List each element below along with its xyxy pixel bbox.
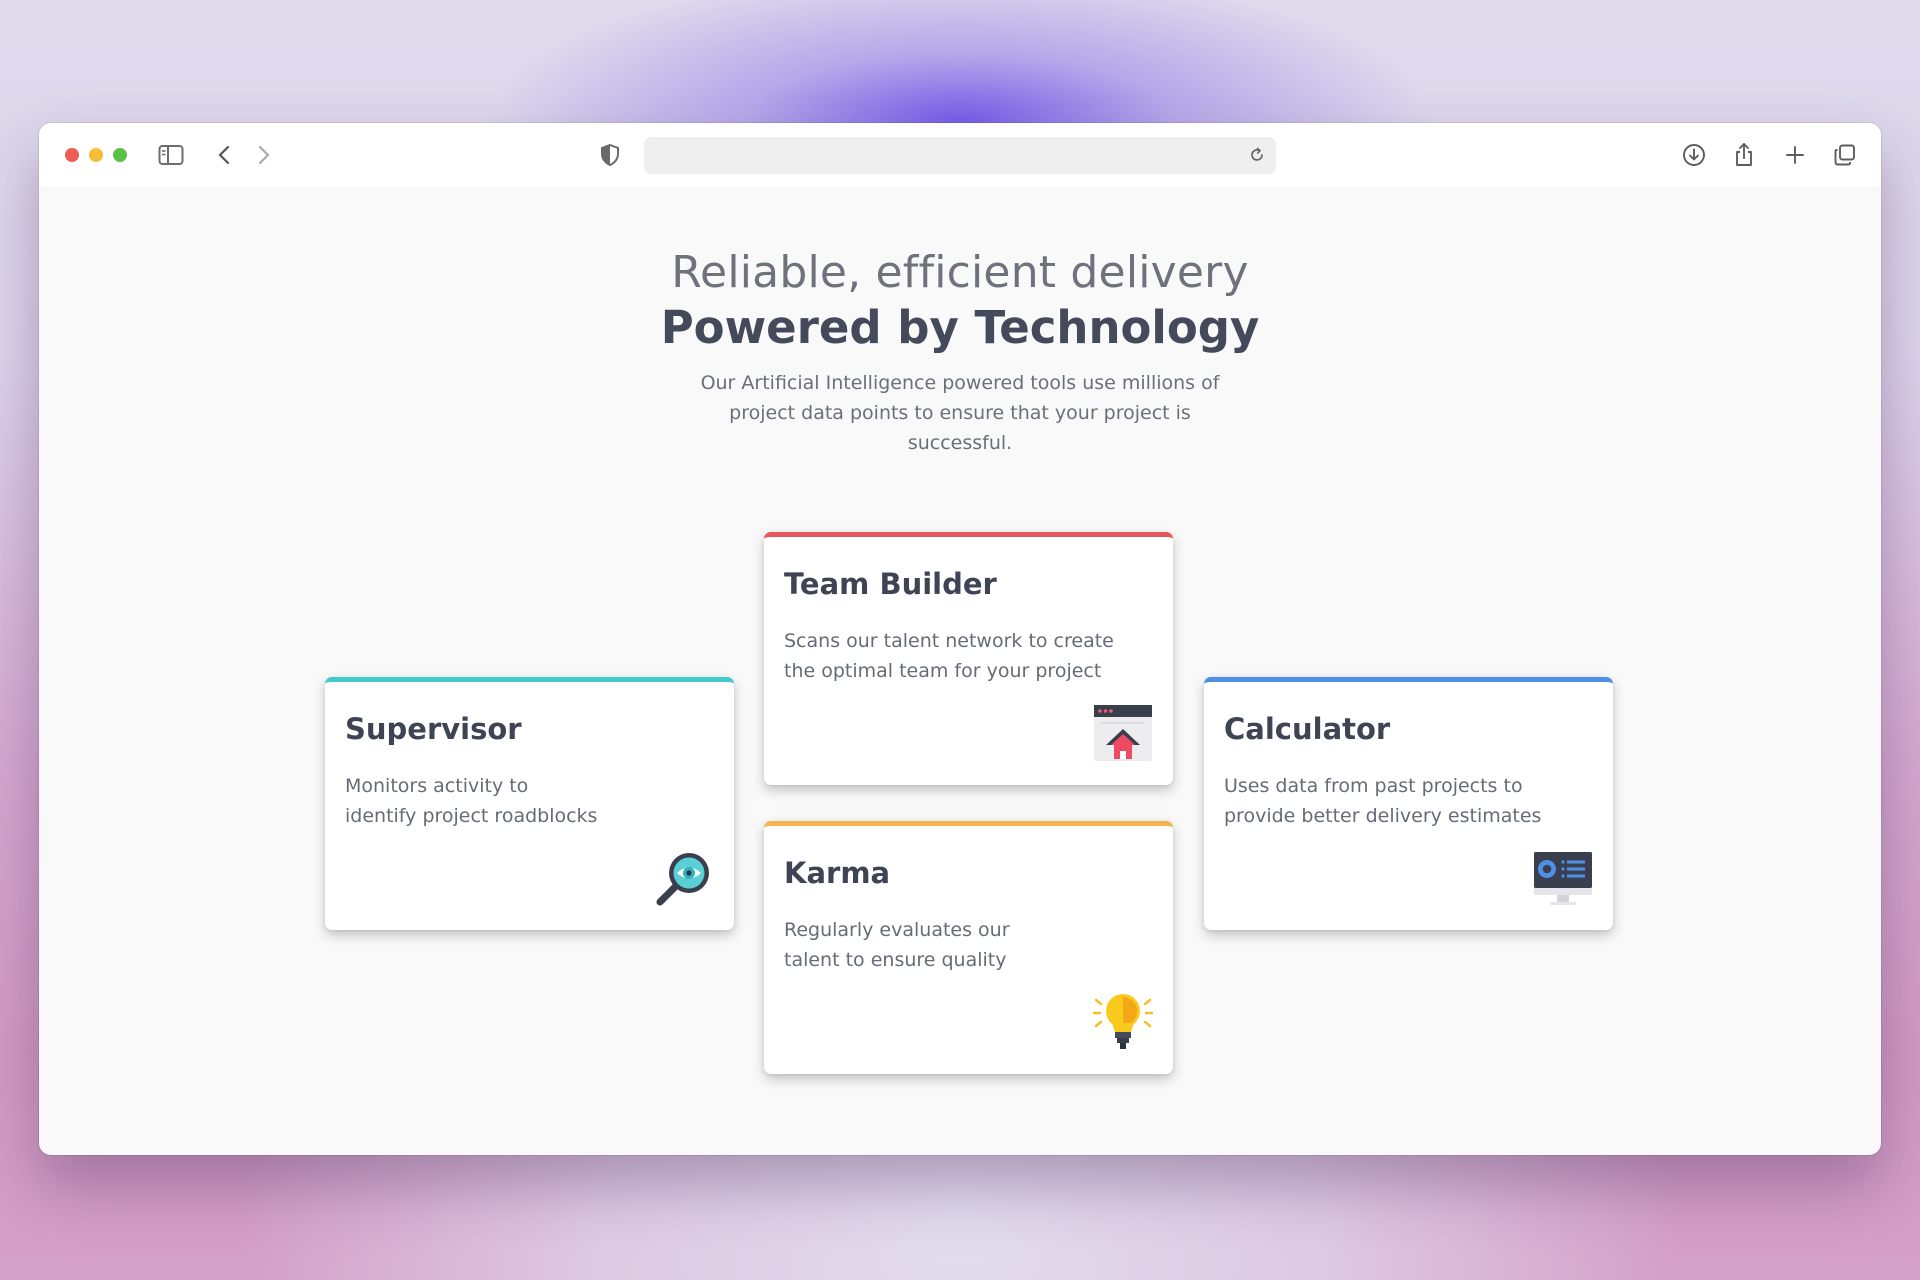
card-description: Regularly evaluates our talent to ensure… [784, 915, 1010, 975]
card-calculator[interactable]: Calculator Uses data from past projects … [1204, 677, 1613, 930]
tabs-overview-icon[interactable] [1831, 141, 1859, 169]
card-karma[interactable]: Karma Regularly evaluates our talent to … [764, 821, 1173, 1074]
card-description-line1: Scans our talent network to create [784, 630, 1114, 652]
back-icon[interactable] [210, 141, 238, 169]
card-description-line1: Uses data from past projects to [1224, 775, 1523, 797]
monitor-dashboard-icon [1534, 852, 1592, 905]
browser-toolbar [39, 123, 1881, 187]
card-supervisor[interactable]: Supervisor Monitors activity to identify… [325, 677, 734, 930]
zoom-window-button[interactable] [113, 148, 127, 162]
close-window-button[interactable] [65, 148, 79, 162]
address-bar[interactable] [644, 137, 1276, 174]
minimize-window-button[interactable] [89, 148, 103, 162]
hero-title-bold: Powered by Technology [660, 301, 1260, 354]
hero-subtitle-line1: Our Artificial Intelligence powered tool… [700, 372, 1220, 394]
card-title: Calculator [1224, 712, 1391, 746]
share-icon[interactable] [1730, 141, 1758, 169]
card-description-line1: Regularly evaluates our [784, 919, 1010, 941]
card-title: Supervisor [345, 712, 522, 746]
card-description: Monitors activity to identify project ro… [345, 771, 597, 831]
card-description-line1: Monitors activity to [345, 775, 529, 797]
browser-upload-icon [1094, 705, 1152, 761]
browser-window: Reliable, efficient delivery Powered by … [39, 123, 1881, 1155]
card-description: Scans our talent network to create the o… [784, 626, 1114, 686]
card-title: Karma [784, 856, 891, 890]
magnifier-eye-icon [656, 853, 709, 906]
card-description-line2: identify project roadblocks [345, 805, 598, 827]
sidebar-icon[interactable] [157, 141, 185, 169]
new-tab-icon[interactable] [1781, 141, 1809, 169]
forward-icon[interactable] [250, 141, 278, 169]
lightbulb-icon [1093, 994, 1153, 1049]
card-description-line2: the optimal team for your project [784, 660, 1102, 682]
reload-icon[interactable] [1244, 142, 1270, 168]
card-description-line2: provide better delivery estimates [1224, 805, 1542, 827]
hero-subtitle: Our Artificial Intelligence powered tool… [679, 368, 1241, 458]
card-description: Uses data from past projects to provide … [1224, 771, 1541, 831]
download-icon[interactable] [1680, 141, 1708, 169]
card-team-builder[interactable]: Team Builder Scans our talent network to… [764, 532, 1173, 785]
shield-icon[interactable] [596, 141, 624, 169]
hero-subtitle-line2: project data points to ensure that your … [729, 402, 1191, 454]
hero-title-light: Reliable, efficient delivery [671, 247, 1249, 298]
card-title: Team Builder [784, 567, 997, 601]
card-description-line2: talent to ensure quality [784, 949, 1007, 971]
page-content: Reliable, efficient delivery Powered by … [39, 187, 1881, 1155]
